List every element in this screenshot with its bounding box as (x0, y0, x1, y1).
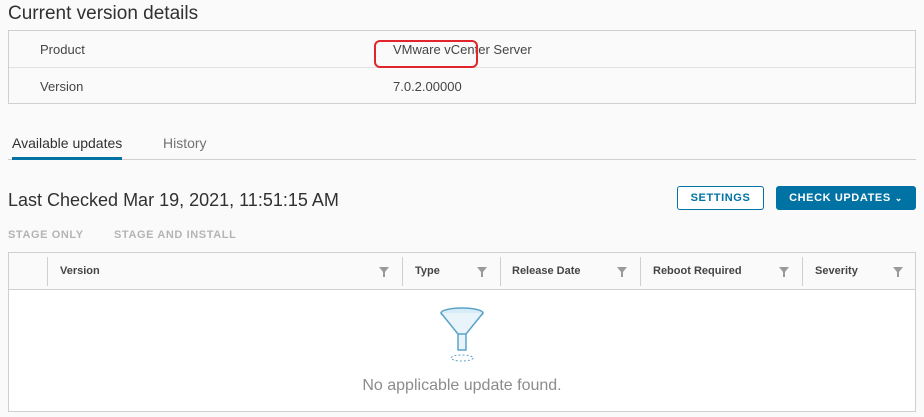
column-separator (402, 257, 403, 286)
settings-button[interactable]: SETTINGS (677, 186, 764, 210)
product-label: Product (40, 41, 85, 57)
filter-icon[interactable] (379, 267, 389, 277)
filter-icon[interactable] (893, 267, 903, 277)
column-separator (47, 257, 48, 286)
stage-and-install-button[interactable]: STAGE AND INSTALL (114, 229, 236, 241)
chevron-down-icon: ⌄ (894, 192, 903, 203)
column-separator (640, 257, 641, 286)
updates-grid: Version Type Release Date Reboot Require… (8, 252, 916, 412)
column-header-version[interactable]: Version (60, 265, 100, 277)
filter-icon[interactable] (617, 267, 627, 277)
column-separator (500, 257, 501, 286)
section-title: Current version details (8, 3, 199, 24)
version-label: Version (40, 79, 84, 94)
grid-header: Version Type Release Date Reboot Require… (9, 253, 915, 290)
details-row-version: Version 7.0.2.00000 (9, 68, 915, 105)
settings-button-label: SETTINGS (690, 192, 751, 204)
last-checked-text: Last Checked Mar 19, 2021, 11:51:15 AM (8, 190, 339, 210)
tab-bar: Available updates History (8, 128, 916, 160)
column-header-reboot-required[interactable]: Reboot Required (653, 265, 742, 277)
check-updates-label: CHECK UPDATES (789, 192, 891, 204)
column-header-type[interactable]: Type (415, 265, 440, 277)
column-header-release-date[interactable]: Release Date (512, 265, 581, 277)
empty-funnel-icon (440, 307, 484, 362)
column-separator (802, 257, 803, 286)
column-header-severity[interactable]: Severity (815, 265, 858, 277)
filter-icon[interactable] (477, 267, 487, 277)
stage-only-button[interactable]: STAGE ONLY (8, 229, 84, 241)
tab-history[interactable]: History (163, 135, 207, 160)
check-updates-button[interactable]: CHECK UPDATES ⌄ (776, 186, 916, 210)
version-highlight-box (374, 40, 478, 68)
tab-available-updates[interactable]: Available updates (12, 135, 123, 160)
empty-state-message: No applicable update found. (362, 377, 562, 394)
version-value: 7.0.2.00000 (393, 79, 462, 94)
filter-icon[interactable] (779, 267, 789, 277)
